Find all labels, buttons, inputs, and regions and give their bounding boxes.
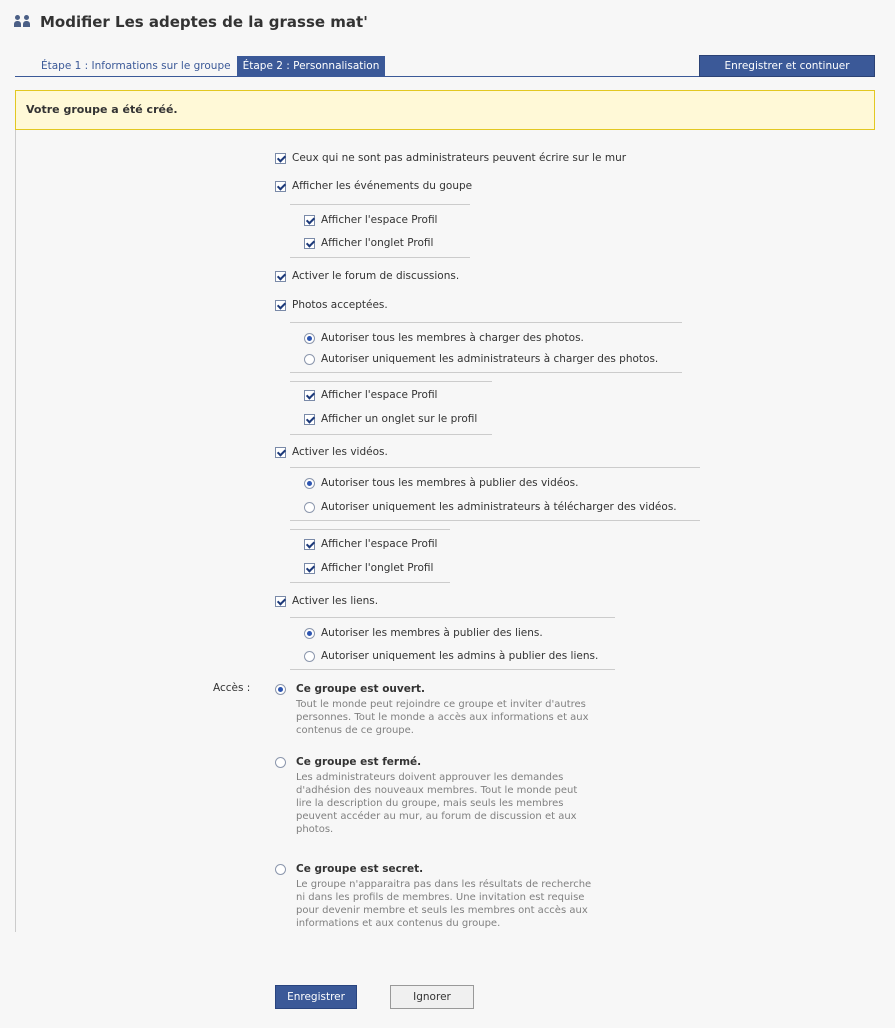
access-label: Accès : bbox=[213, 682, 251, 694]
divider bbox=[290, 669, 615, 670]
option-videos[interactable]: Activer les vidéos. bbox=[275, 443, 388, 461]
option-links-admins-only[interactable]: Autoriser uniquement les admins à publie… bbox=[304, 647, 598, 665]
option-label: Activer les vidéos. bbox=[292, 446, 388, 458]
checkbox-checked[interactable] bbox=[275, 446, 286, 458]
option-label: Afficher les événements du goupe bbox=[292, 180, 473, 192]
option-label: Autoriser les membres à publier des lien… bbox=[321, 627, 543, 639]
access-open-title: Ce groupe est ouvert. bbox=[296, 683, 426, 695]
radio-unselected[interactable] bbox=[304, 650, 315, 662]
divider bbox=[290, 529, 450, 530]
radio-unselected[interactable] bbox=[304, 353, 315, 365]
divider bbox=[290, 582, 450, 583]
option-videos-all-members[interactable]: Autoriser tous les membres à publier des… bbox=[304, 474, 578, 492]
option-photos[interactable]: Photos acceptées. bbox=[275, 296, 388, 314]
divider bbox=[290, 381, 492, 382]
option-label: Autoriser tous les membres à publier des… bbox=[321, 477, 579, 489]
tab-step-1[interactable]: Étape 1 : Informations sur le groupe bbox=[35, 56, 237, 76]
radio-unselected[interactable] bbox=[275, 757, 286, 768]
group-created-notice: Votre groupe a été créé. bbox=[15, 90, 875, 130]
radio-selected[interactable] bbox=[275, 684, 286, 695]
save-button[interactable]: Enregistrer bbox=[275, 985, 357, 1009]
option-videos-profile-box[interactable]: Afficher l'espace Profil bbox=[304, 535, 437, 553]
tab-step-2[interactable]: Étape 2 : Personnalisation bbox=[236, 56, 386, 76]
checkbox-checked[interactable] bbox=[304, 237, 315, 249]
option-label: Activer le forum de discussions. bbox=[292, 270, 460, 282]
divider bbox=[290, 322, 682, 323]
radio-selected[interactable] bbox=[304, 332, 315, 344]
checkbox-checked[interactable] bbox=[275, 152, 286, 164]
radio-selected[interactable] bbox=[304, 627, 315, 639]
divider bbox=[290, 467, 700, 468]
access-closed-option[interactable]: Ce groupe est fermé. Les administrateurs… bbox=[275, 755, 596, 836]
checkbox-checked[interactable] bbox=[304, 413, 315, 425]
radio-unselected[interactable] bbox=[304, 501, 315, 513]
option-label: Afficher l'espace Profil bbox=[321, 389, 438, 401]
option-label: Afficher un onglet sur le profil bbox=[321, 413, 478, 425]
page-title: Modifier Les adeptes de la grasse mat' bbox=[14, 10, 368, 34]
option-label: Ceux qui ne sont pas administrateurs peu… bbox=[292, 152, 627, 164]
option-label: Activer les liens. bbox=[292, 595, 379, 607]
checkbox-checked[interactable] bbox=[275, 595, 286, 607]
radio-unselected[interactable] bbox=[275, 864, 286, 875]
option-label: Afficher l'espace Profil bbox=[321, 538, 438, 550]
ignore-button[interactable]: Ignorer bbox=[390, 985, 474, 1009]
checkbox-checked[interactable] bbox=[275, 299, 286, 311]
option-photos-profile-box[interactable]: Afficher l'espace Profil bbox=[304, 386, 437, 404]
option-wall[interactable]: Ceux qui ne sont pas administrateurs peu… bbox=[275, 149, 626, 167]
option-label: Afficher l'espace Profil bbox=[321, 214, 438, 226]
divider bbox=[290, 204, 470, 205]
access-closed-title: Ce groupe est fermé. bbox=[296, 756, 422, 768]
content-left-border bbox=[15, 130, 16, 932]
access-secret-option[interactable]: Ce groupe est secret. Le groupe n'appara… bbox=[275, 862, 596, 930]
option-links[interactable]: Activer les liens. bbox=[275, 592, 378, 610]
option-label: Autoriser uniquement les admins à publie… bbox=[321, 650, 599, 662]
option-links-all-members[interactable]: Autoriser les membres à publier des lien… bbox=[304, 624, 543, 642]
access-secret-description: Le groupe n'apparaitra pas dans les résu… bbox=[296, 879, 592, 929]
option-label: Photos acceptées. bbox=[292, 299, 388, 311]
checkbox-checked[interactable] bbox=[304, 538, 315, 550]
option-label: Autoriser uniquement les administrateurs… bbox=[321, 353, 659, 365]
step-tabs: Étape 1 : Informations sur le groupe Éta… bbox=[35, 56, 386, 76]
divider bbox=[290, 257, 470, 258]
group-icon bbox=[14, 15, 32, 29]
access-open-option[interactable]: Ce groupe est ouvert. Tout le monde peut… bbox=[275, 682, 596, 737]
divider bbox=[290, 434, 492, 435]
option-label: Afficher l'onglet Profil bbox=[321, 562, 434, 574]
option-label: Afficher l'onglet Profil bbox=[321, 237, 434, 249]
option-photos-admins-only[interactable]: Autoriser uniquement les administrateurs… bbox=[304, 350, 658, 368]
access-closed-description: Les administrateurs doivent approuver le… bbox=[296, 772, 578, 835]
checkbox-checked[interactable] bbox=[275, 180, 286, 192]
divider bbox=[290, 520, 700, 521]
page-title-text: Modifier Les adeptes de la grasse mat' bbox=[40, 13, 368, 31]
access-secret-title: Ce groupe est secret. bbox=[296, 863, 424, 875]
save-and-continue-button[interactable]: Enregistrer et continuer bbox=[699, 55, 875, 77]
option-photos-profile-tab[interactable]: Afficher un onglet sur le profil bbox=[304, 410, 477, 428]
option-events-profile-box[interactable]: Afficher l'espace Profil bbox=[304, 211, 437, 229]
option-photos-all-members[interactable]: Autoriser tous les membres à charger des… bbox=[304, 329, 584, 347]
divider bbox=[290, 617, 615, 618]
option-events-profile-tab[interactable]: Afficher l'onglet Profil bbox=[304, 234, 433, 252]
checkbox-checked[interactable] bbox=[304, 562, 315, 574]
option-events[interactable]: Afficher les événements du goupe bbox=[275, 177, 472, 195]
option-label: Autoriser tous les membres à charger des… bbox=[321, 332, 584, 344]
divider bbox=[290, 372, 682, 373]
access-open-description: Tout le monde peut rejoindre ce groupe e… bbox=[296, 699, 589, 736]
checkbox-checked[interactable] bbox=[304, 389, 315, 401]
option-videos-profile-tab[interactable]: Afficher l'onglet Profil bbox=[304, 559, 433, 577]
checkbox-checked[interactable] bbox=[275, 270, 286, 282]
checkbox-checked[interactable] bbox=[304, 214, 315, 226]
radio-selected[interactable] bbox=[304, 477, 315, 489]
option-forum[interactable]: Activer le forum de discussions. bbox=[275, 267, 459, 285]
option-label: Autoriser uniquement les administrateurs… bbox=[321, 501, 677, 513]
option-videos-admins-only[interactable]: Autoriser uniquement les administrateurs… bbox=[304, 498, 677, 516]
